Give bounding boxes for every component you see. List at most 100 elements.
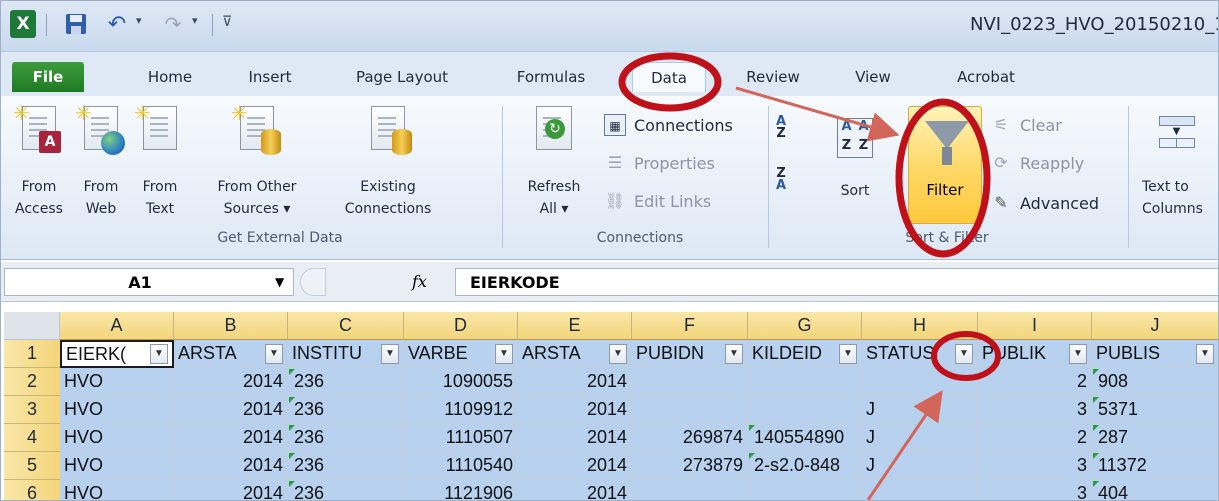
from-text-button[interactable]: ✳ From Text [130, 101, 190, 226]
row-header-6[interactable]: 6 [4, 480, 60, 501]
from-other-sources-button[interactable]: ✳ From Other Sources ▾ [194, 101, 320, 226]
filter-dropdown-icon[interactable]: ▼ [725, 343, 743, 364]
redo-dropdown-icon[interactable]: ▾ [192, 14, 198, 27]
filter-button[interactable]: Filter [908, 106, 982, 224]
header-cell-d[interactable]: VARBE ▼ [404, 340, 518, 368]
reapply-button[interactable]: ⟳ Reapply [990, 148, 1084, 178]
cell-d2[interactable]: 1090055 [404, 368, 518, 396]
column-header-e[interactable]: E [518, 312, 632, 340]
cell-g2[interactable] [748, 368, 862, 396]
from-web-button[interactable]: ✳ From Web [74, 101, 128, 226]
header-cell-b[interactable]: ARSTA ▼ [174, 340, 288, 368]
tab-view[interactable]: View [846, 62, 900, 92]
cell-b6[interactable]: 2014 [174, 480, 288, 501]
tab-acrobat[interactable]: Acrobat [944, 62, 1028, 92]
cell-j4[interactable]: 287 [1092, 424, 1219, 452]
customize-toolbar-icon[interactable]: ⊽ [222, 14, 232, 30]
row-header-5[interactable]: 5 [4, 452, 60, 480]
cell-b5[interactable]: 2014 [174, 452, 288, 480]
cell-a3[interactable]: HVO [60, 396, 174, 424]
properties-button[interactable]: ☰ Properties [604, 148, 715, 178]
header-cell-h[interactable]: STATUS ▼ [862, 340, 978, 368]
header-cell-a[interactable]: EIERK(▼ [60, 340, 174, 368]
row-header-2[interactable]: 2 [4, 368, 60, 396]
row-header-4[interactable]: 4 [4, 424, 60, 452]
cell-h6[interactable] [862, 480, 978, 501]
column-header-i[interactable]: I [978, 312, 1092, 340]
cell-e5[interactable]: 2014 [518, 452, 632, 480]
column-header-f[interactable]: F [632, 312, 748, 340]
cell-d3[interactable]: 1109912 [404, 396, 518, 424]
cell-i2[interactable]: 2 [978, 368, 1092, 396]
filter-dropdown-icon[interactable]: ▼ [609, 343, 627, 364]
cell-e3[interactable]: 2014 [518, 396, 632, 424]
cell-g3[interactable] [748, 396, 862, 424]
cell-i5[interactable]: 3 [978, 452, 1092, 480]
cell-i3[interactable]: 3 [978, 396, 1092, 424]
text-to-columns-button[interactable]: ▼ Text to Columns [1134, 106, 1219, 226]
column-header-d[interactable]: D [404, 312, 518, 340]
undo-icon[interactable]: ↶ [104, 10, 130, 38]
cell-c2[interactable]: 236 [288, 368, 404, 396]
cell-j6[interactable]: 404 [1092, 480, 1219, 501]
header-cell-f[interactable]: PUBIDN ▼ [632, 340, 748, 368]
edit-links-button[interactable]: ⛓ Edit Links [604, 186, 711, 216]
tab-file[interactable]: File [12, 62, 84, 92]
filter-dropdown-icon[interactable]: ▼ [495, 343, 513, 364]
cell-d4[interactable]: 1110507 [404, 424, 518, 452]
clear-button[interactable]: ⚟ Clear [990, 110, 1062, 140]
connections-button[interactable]: ▦ Connections [604, 110, 733, 140]
tab-page-layout[interactable]: Page Layout [342, 62, 462, 92]
cell-b2[interactable]: 2014 [174, 368, 288, 396]
sort-button[interactable]: AA ZZ Sort [820, 106, 890, 226]
formula-input[interactable]: EIERKODE [455, 268, 1219, 296]
filter-dropdown-icon[interactable]: ▼ [150, 344, 168, 364]
header-cell-c[interactable]: INSTITU ▼ [288, 340, 404, 368]
insert-function-icon[interactable]: fx [412, 272, 427, 291]
cell-f2[interactable] [632, 368, 748, 396]
cell-b3[interactable]: 2014 [174, 396, 288, 424]
cell-e6[interactable]: 2014 [518, 480, 632, 501]
tab-home[interactable]: Home [140, 62, 200, 92]
cell-f3[interactable] [632, 396, 748, 424]
column-header-g[interactable]: G [748, 312, 862, 340]
column-header-b[interactable]: B [174, 312, 288, 340]
filter-dropdown-icon[interactable]: ▼ [381, 343, 399, 364]
column-header-c[interactable]: C [288, 312, 404, 340]
cell-h2[interactable] [862, 368, 978, 396]
header-cell-i[interactable]: PUBLIK ▼ [978, 340, 1092, 368]
cell-i4[interactable]: 2 [978, 424, 1092, 452]
cell-a4[interactable]: HVO [60, 424, 174, 452]
name-box-dropdown-icon[interactable]: ▼ [275, 275, 284, 289]
cell-h3[interactable]: J [862, 396, 978, 424]
cell-e2[interactable]: 2014 [518, 368, 632, 396]
column-header-h[interactable]: H [862, 312, 978, 340]
name-box[interactable]: A1 ▼ [4, 268, 294, 296]
column-header-j[interactable]: J [1092, 312, 1219, 340]
cell-c4[interactable]: 236 [288, 424, 404, 452]
cell-a6[interactable]: HVO [60, 480, 174, 501]
select-all-corner[interactable] [4, 312, 60, 340]
cell-h4[interactable]: J [862, 424, 978, 452]
filter-dropdown-icon[interactable]: ▼ [265, 343, 283, 364]
cell-i6[interactable]: 3 [978, 480, 1092, 501]
cell-c5[interactable]: 236 [288, 452, 404, 480]
filter-dropdown-icon[interactable]: ▼ [1196, 343, 1214, 364]
cell-f5[interactable]: 273879 [632, 452, 748, 480]
cell-f6[interactable] [632, 480, 748, 501]
undo-dropdown-icon[interactable]: ▾ [136, 14, 142, 27]
cell-j2[interactable]: 908 [1092, 368, 1219, 396]
cell-a5[interactable]: HVO [60, 452, 174, 480]
header-cell-g[interactable]: KILDEID ▼ [748, 340, 862, 368]
save-icon[interactable] [64, 10, 88, 38]
cell-d6[interactable]: 1121906 [404, 480, 518, 501]
header-cell-j[interactable]: PUBLIS ▼ [1092, 340, 1219, 368]
cell-g5[interactable]: 2-s2.0-848 [748, 452, 862, 480]
tab-insert[interactable]: Insert [240, 62, 300, 92]
cell-b4[interactable]: 2014 [174, 424, 288, 452]
filter-dropdown-icon[interactable]: ▼ [1069, 343, 1087, 364]
row-header-1[interactable]: 1 [4, 340, 60, 368]
column-header-a[interactable]: A [60, 312, 174, 340]
cell-h5[interactable]: J [862, 452, 978, 480]
cell-g4[interactable]: 140554890 [748, 424, 862, 452]
